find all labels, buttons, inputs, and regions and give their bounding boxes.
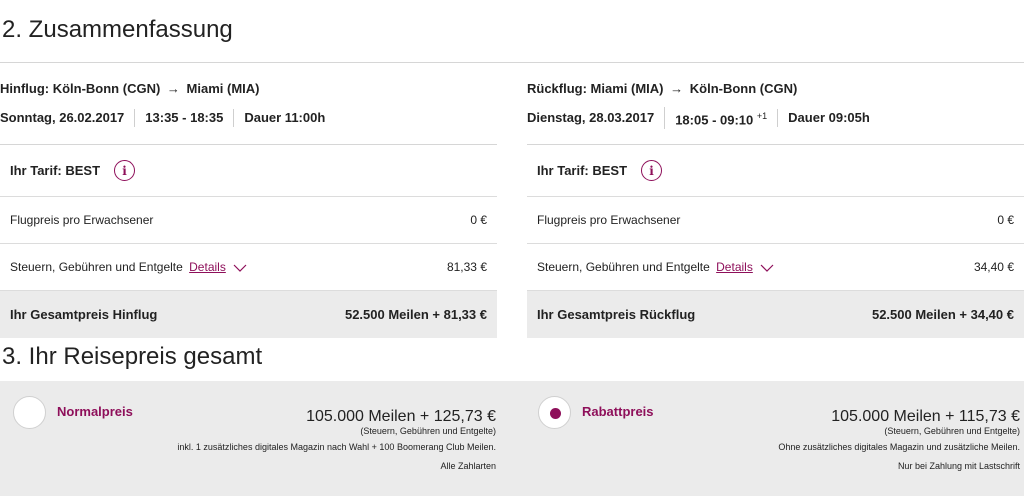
details-link[interactable]: Details xyxy=(189,260,226,274)
outbound-schedule: Sonntag, 26.02.2017 13:35 - 18:35 Dauer … xyxy=(0,109,497,127)
outbound-route-origin: Hinflug: Köln-Bonn (CGN) xyxy=(0,81,161,96)
info-icon[interactable]: i xyxy=(114,160,136,181)
details-link[interactable]: Details xyxy=(716,260,753,274)
return-duration: Dauer 09:05h xyxy=(777,109,880,127)
outbound-total-value: 52.500 Meilen + 81,33 € xyxy=(344,307,487,322)
outbound-taxes-row: Steuern, Gebühren und Entgelte Details 8… xyxy=(0,244,497,291)
return-tariff-row: Ihr Tarif: BEST i xyxy=(527,145,1024,197)
outbound-route: Hinflug: Köln-Bonn (CGN) → Miami (MIA) xyxy=(0,80,497,98)
outbound-taxes-label: Steuern, Gebühren und Entgelte xyxy=(10,260,183,274)
return-taxes-row: Steuern, Gebühren und Entgelte Details 3… xyxy=(527,244,1024,291)
price-options: Normalpreis 105.000 Meilen + 125,73 € (S… xyxy=(0,381,1024,496)
return-total-value: 52.500 Meilen + 34,40 € xyxy=(871,307,1014,322)
return-route-destination: Köln-Bonn (CGN) xyxy=(689,81,798,96)
outbound-route-destination: Miami (MIA) xyxy=(186,81,260,96)
chevron-down-icon[interactable] xyxy=(233,264,247,272)
option-normalpreis[interactable]: Normalpreis 105.000 Meilen + 125,73 € (S… xyxy=(0,381,500,496)
return-time-range: 18:05 - 09:10 xyxy=(675,112,754,128)
divider xyxy=(0,62,1024,63)
option-normalpreis-note: inkl. 1 zusätzliches digitales Magazin n… xyxy=(177,442,496,452)
arrow-right-icon: → xyxy=(166,81,180,96)
outbound-duration: Dauer 11:00h xyxy=(233,109,335,127)
return-fare-value: 0 € xyxy=(997,213,1014,227)
option-normalpreis-details: 105.000 Meilen + 125,73 € (Steuern, Gebü… xyxy=(177,407,496,472)
return-time: 18:05 - 09:10 +1 xyxy=(664,106,777,130)
return-taxes-label: Steuern, Gebühren und Entgelte xyxy=(537,260,710,274)
outbound-tariff-row: Ihr Tarif: BEST i xyxy=(0,145,497,197)
option-rabattpreis-note: Ohne zusätzliches digitales Magazin und … xyxy=(778,442,1020,452)
return-taxes-label-group: Steuern, Gebühren und Entgelte Details xyxy=(537,260,774,274)
outbound-total-row: Ihr Gesamtpreis Hinflug 52.500 Meilen + … xyxy=(0,291,497,338)
return-route: Rückflug: Miami (MIA) → Köln-Bonn (CGN) xyxy=(527,80,1024,98)
option-rabattpreis-details: 105.000 Meilen + 115,73 € (Steuern, Gebü… xyxy=(778,407,1020,472)
radio-normalpreis[interactable] xyxy=(13,396,46,429)
info-icon[interactable]: i xyxy=(641,160,663,181)
outbound-tariff-label: Ihr Tarif: BEST xyxy=(10,163,101,178)
outbound-flight-summary: Hinflug: Köln-Bonn (CGN) → Miami (MIA) S… xyxy=(0,80,497,338)
outbound-fare-row: Flugpreis pro Erwachsener 0 € xyxy=(0,197,497,244)
option-rabattpreis[interactable]: Rabattpreis 105.000 Meilen + 115,73 € (S… xyxy=(525,381,1024,496)
option-rabattpreis-subnote: (Steuern, Gebühren und Entgelte) xyxy=(884,426,1020,436)
return-total-row: Ihr Gesamtpreis Rückflug 52.500 Meilen +… xyxy=(527,291,1024,338)
outbound-total-label: Ihr Gesamtpreis Hinflug xyxy=(10,307,158,322)
return-flight-summary: Rückflug: Miami (MIA) → Köln-Bonn (CGN) … xyxy=(527,80,1024,338)
outbound-fare-label: Flugpreis pro Erwachsener xyxy=(10,213,154,227)
option-normalpreis-payment: Alle Zahlarten xyxy=(440,461,496,471)
option-rabattpreis-price: 105.000 Meilen + 115,73 € xyxy=(831,408,1020,425)
outbound-taxes-value: 81,33 € xyxy=(446,260,487,274)
outbound-time-range: 13:35 - 18:35 xyxy=(145,110,224,125)
option-normalpreis-label: Normalpreis xyxy=(57,404,133,419)
section-title-summary: 2. Zusammenfassung xyxy=(2,16,233,43)
option-normalpreis-subnote: (Steuern, Gebühren und Entgelte) xyxy=(360,426,496,436)
return-date: Dienstag, 28.03.2017 xyxy=(527,110,655,125)
outbound-time: 13:35 - 18:35 xyxy=(134,109,233,127)
option-normalpreis-price: 105.000 Meilen + 125,73 € xyxy=(306,408,496,425)
return-taxes-value: 34,40 € xyxy=(973,260,1014,274)
outbound-date: Sonntag, 26.02.2017 xyxy=(0,110,125,125)
return-fare-label: Flugpreis pro Erwachsener xyxy=(537,213,681,227)
return-tariff-label: Ihr Tarif: BEST xyxy=(537,163,628,178)
return-day-offset: +1 xyxy=(756,110,768,121)
option-rabattpreis-label: Rabattpreis xyxy=(582,404,654,419)
outbound-price-card: Ihr Tarif: BEST i Flugpreis pro Erwachse… xyxy=(0,144,497,338)
outbound-taxes-label-group: Steuern, Gebühren und Entgelte Details xyxy=(10,260,247,274)
arrow-right-icon: → xyxy=(670,81,684,96)
return-total-label: Ihr Gesamtpreis Rückflug xyxy=(537,307,696,322)
outbound-fare-value: 0 € xyxy=(470,213,487,227)
section-title-total: 3. Ihr Reisepreis gesamt xyxy=(2,343,263,370)
chevron-down-icon[interactable] xyxy=(760,264,774,272)
return-schedule: Dienstag, 28.03.2017 18:05 - 09:10 +1 Da… xyxy=(527,106,1024,130)
return-fare-row: Flugpreis pro Erwachsener 0 € xyxy=(527,197,1024,244)
return-route-origin: Rückflug: Miami (MIA) xyxy=(527,81,664,96)
radio-rabattpreis[interactable] xyxy=(538,396,571,429)
radio-selected-dot xyxy=(550,408,561,419)
return-price-card: Ihr Tarif: BEST i Flugpreis pro Erwachse… xyxy=(527,144,1024,338)
option-rabattpreis-payment: Nur bei Zahlung mit Lastschrift xyxy=(897,461,1020,471)
